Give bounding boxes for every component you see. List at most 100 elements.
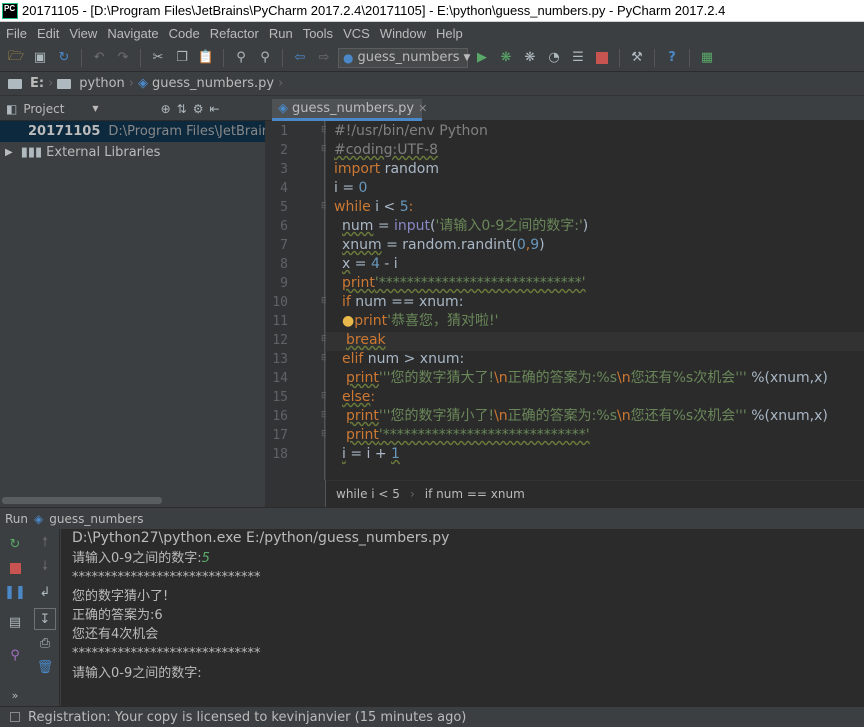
menu-code[interactable]: Code [165, 26, 204, 41]
chevron-down-icon[interactable]: ▼ [92, 104, 98, 113]
breadcrumb: while i < 5 › if num == xnum [326, 480, 864, 507]
window-title: 20171105 - [D:\Program Files\JetBrains\P… [22, 3, 726, 18]
root-path: D:\Program Files\JetBrains\ [108, 124, 265, 139]
console-line: 您的数字猜小了! [72, 589, 169, 604]
scroll-to-end-icon[interactable]: ↧ [34, 608, 56, 630]
tree-item-external-libraries[interactable]: ▶ ▮▮▮ External Libraries [0, 142, 265, 163]
run-icon[interactable]: ▶ [472, 48, 492, 68]
replace-icon[interactable]: ⚲ [255, 48, 275, 68]
menu-help[interactable]: Help [432, 26, 467, 41]
run-console[interactable]: D:\Python27\python.exe E:/python/guess_n… [61, 529, 864, 706]
cut-icon[interactable]: ✂ [148, 48, 168, 68]
chevron-down-icon: ▼ [463, 52, 471, 63]
run-concurrency-icon[interactable]: ☰ [568, 48, 588, 68]
run-toolbar: ↻ ❚❚ ▤ ⚲ » [0, 529, 30, 706]
stop-icon[interactable] [7, 560, 23, 576]
sync-icon[interactable]: ↻ [54, 48, 74, 68]
editor-gutter: 1 2 3 4 5 6 7 8 9 10 11 12 13 14 15 16 1… [265, 121, 329, 480]
paste-icon[interactable]: 📋 [196, 48, 216, 68]
breadcrumb-separator-icon: › [409, 487, 415, 501]
debug-icon[interactable]: ❋ [496, 48, 516, 68]
settings-wrench-icon[interactable]: ⚒ [627, 48, 647, 68]
help-icon[interactable]: ? [662, 48, 682, 68]
tab-guess-numbers[interactable]: ◈ guess_numbers.py ✕ [272, 99, 427, 121]
window-titlebar: PC 20171105 - [D:\Program Files\JetBrain… [0, 0, 864, 22]
soft-wrap-icon[interactable]: ↲ [37, 584, 53, 600]
save-icon[interactable]: ▣ [30, 48, 50, 68]
redo-icon[interactable]: ↷ [113, 48, 133, 68]
profile-icon[interactable]: ◔ [544, 48, 564, 68]
toolbar-separator [81, 48, 82, 67]
console-user-input: 5 [201, 551, 210, 566]
restore-layout-icon[interactable]: ▤ [7, 614, 23, 630]
project-horizontal-scrollbar[interactable] [0, 494, 265, 507]
run-config-select[interactable]: ● guess_numbers ▼ [338, 47, 471, 68]
menu-edit[interactable]: Edit [33, 26, 63, 41]
menu-view[interactable]: View [65, 26, 101, 41]
code-editor[interactable]: #!/usr/bin/env Python #coding:UTF-8 impo… [326, 121, 864, 480]
plugin-icon[interactable]: ▦ [697, 48, 717, 68]
python-icon: ◈ [34, 511, 44, 526]
forward-icon[interactable]: ⇨ [314, 48, 334, 68]
breadcrumb-item[interactable]: if num == xnum [425, 487, 525, 501]
nav-file[interactable]: guess_numbers.py [152, 76, 274, 91]
code-line: print'''您的数字猜小了!\n正确的答案为:%s\n您还有%s次机会'''… [346, 408, 828, 424]
line-number: 14 [272, 371, 288, 386]
scroll-from-source-icon[interactable]: ⊕ [161, 102, 171, 116]
rerun-icon[interactable]: ↻ [7, 536, 23, 552]
open-folder-icon[interactable]: 🗁 [6, 48, 26, 68]
code-line: #coding:UTF-8 [334, 142, 439, 158]
line-number: 1 [280, 124, 288, 139]
nav-separator-icon: › [48, 76, 54, 91]
copy-icon[interactable]: ❐ [172, 48, 192, 68]
line-number: 5 [280, 200, 288, 215]
line-number: 9 [280, 276, 288, 291]
menu-tools[interactable]: Tools [299, 26, 337, 41]
tool-window-toggle-icon[interactable] [10, 712, 20, 722]
code-line: while i < 5: [334, 199, 414, 215]
run-config-tab[interactable]: guess_numbers [49, 512, 143, 526]
code-line: if num == xnum: [342, 294, 464, 310]
code-line: import random [334, 161, 439, 177]
undo-icon[interactable]: ↶ [89, 48, 109, 68]
pycharm-logo: PC [2, 2, 18, 19]
trash-icon[interactable]: 🗑 [37, 659, 54, 675]
console-line: 请输入0-9之间的数字: [72, 666, 202, 681]
external-libraries-label: External Libraries [46, 145, 161, 160]
gear-icon[interactable]: ⚙ [193, 102, 204, 116]
hide-panel-icon[interactable]: ⇤ [209, 102, 219, 116]
tree-item-root[interactable]: 20171105 D:\Program Files\JetBrains\ [0, 121, 265, 142]
pause-icon[interactable]: ❚❚ [4, 584, 26, 600]
menu-window[interactable]: Window [376, 26, 430, 41]
nav-separator-icon: › [278, 76, 284, 91]
breadcrumb-item[interactable]: while i < 5 [336, 487, 400, 501]
back-icon[interactable]: ⇦ [290, 48, 310, 68]
menu-run[interactable]: Run [265, 26, 297, 41]
expand-arrow-icon[interactable]: ▶ [5, 147, 13, 158]
more-icon[interactable]: » [7, 687, 23, 703]
close-icon[interactable]: ✕ [418, 102, 427, 115]
pin-icon[interactable]: ⚲ [7, 647, 23, 663]
menu-vcs[interactable]: VCS [339, 26, 374, 41]
code-line: print'*****************************' [342, 275, 586, 291]
navigation-bar: E: › python › ◈ guess_numbers.py › [0, 72, 864, 96]
code-line: else: [342, 389, 376, 405]
nav-folder[interactable]: python [79, 76, 124, 91]
find-icon[interactable]: ⚲ [231, 48, 251, 68]
arrow-up-icon[interactable]: 🠕 [37, 535, 53, 552]
project-title[interactable]: Project [23, 102, 64, 116]
menu-navigate[interactable]: Navigate [103, 26, 162, 41]
code-line: i = 0 [334, 180, 368, 196]
root-name: 20171105 [28, 124, 101, 139]
nav-drive[interactable]: E: [30, 76, 44, 91]
lightbulb-icon[interactable]: ● [342, 313, 354, 329]
collapse-all-icon[interactable]: ⇅ [177, 102, 187, 116]
arrow-down-icon[interactable]: 🠗 [37, 559, 53, 576]
stop-icon[interactable] [592, 48, 612, 68]
coverage-icon[interactable]: ❋ [520, 48, 540, 68]
menu-file[interactable]: File [2, 26, 31, 41]
menu-refactor[interactable]: Refactor [206, 26, 263, 41]
scroll-thumb[interactable] [2, 497, 162, 504]
print-icon[interactable]: ⎙ [37, 635, 53, 651]
toolbar-separator [654, 48, 655, 67]
